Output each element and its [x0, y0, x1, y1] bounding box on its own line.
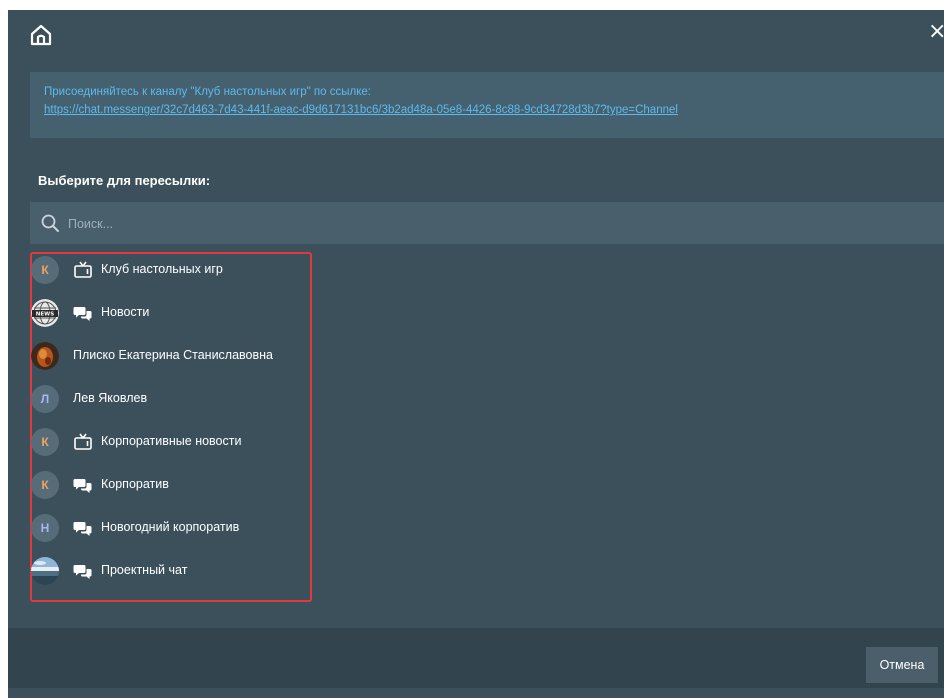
avatar: К	[31, 256, 59, 284]
channel-tv-icon	[74, 433, 92, 450]
person-photo-avatar	[31, 342, 59, 370]
contact-name: Проектный чат	[101, 563, 188, 577]
svg-text:NEWS: NEWS	[36, 312, 54, 318]
dialog-header: ×	[8, 10, 944, 58]
contact-item[interactable]: Л Лев Яковлев	[31, 377, 311, 420]
contact-name: Лев Яковлев	[73, 391, 148, 405]
group-chat-icon	[73, 307, 92, 321]
contact-item[interactable]: NEWS Новости	[31, 291, 311, 334]
search-bar	[30, 202, 944, 244]
contact-item[interactable]: Плиско Екатерина Станиславовна	[31, 334, 311, 377]
dialog-footer: Отмена	[8, 628, 944, 688]
contact-name: Клуб настольных игр	[101, 262, 223, 276]
contact-item[interactable]: К Клуб настольных игр	[31, 248, 311, 291]
contact-item[interactable]: Н Новогодний корпоратив	[31, 506, 311, 549]
cancel-button[interactable]: Отмена	[866, 647, 938, 683]
message-text: Присоединяйтесь к каналу "Клуб настольны…	[44, 86, 371, 98]
avatar: К	[31, 471, 59, 499]
group-chat-icon	[73, 565, 92, 579]
contact-list: К Клуб настольных игр NEWS Новости Плиск…	[31, 248, 311, 592]
search-input[interactable]	[66, 208, 930, 240]
forward-label: Выберите для пересылки:	[38, 173, 211, 188]
contact-name: Корпоративные новости	[101, 434, 242, 448]
contact-item[interactable]: Проектный чат	[31, 549, 311, 592]
news-avatar: NEWS	[31, 299, 59, 327]
contact-item[interactable]: К Корпоративные новости	[31, 420, 311, 463]
home-icon[interactable]	[28, 22, 54, 48]
contact-name: Плиско Екатерина Станиславовна	[73, 348, 273, 362]
contact-name: Новости	[101, 305, 150, 319]
group-chat-icon	[73, 522, 92, 536]
avatar: Н	[31, 514, 59, 542]
avatar: Л	[31, 385, 59, 413]
forwarded-message: Присоединяйтесь к каналу "Клуб настольны…	[30, 72, 944, 138]
landscape-avatar	[31, 557, 59, 585]
contact-name: Новогодний корпоратив	[101, 520, 240, 534]
channel-link[interactable]: https://chat.messenger/32c7d463-7d43-441…	[44, 101, 930, 119]
search-icon	[41, 214, 59, 232]
contact-name: Корпоратив	[101, 477, 169, 491]
group-chat-icon	[73, 479, 92, 493]
close-button[interactable]: ×	[928, 18, 944, 46]
channel-tv-icon	[74, 261, 92, 278]
contact-item[interactable]: К Корпоратив	[31, 463, 311, 506]
avatar: К	[31, 428, 59, 456]
